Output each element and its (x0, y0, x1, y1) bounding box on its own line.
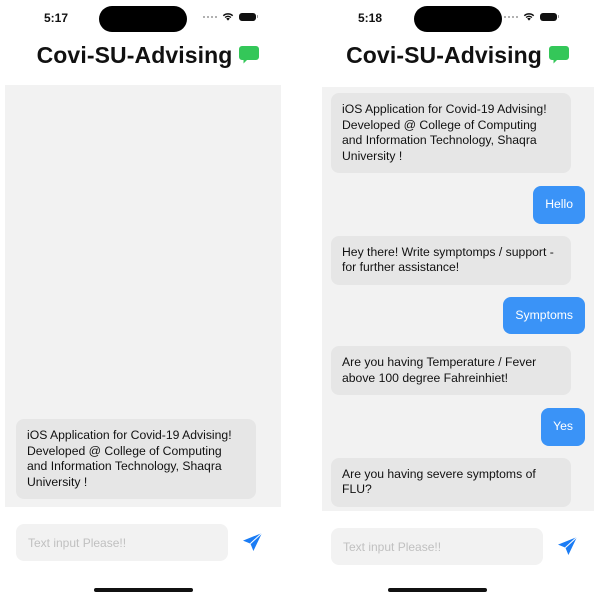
chat-message-row: Hello (331, 186, 585, 224)
bot-message-bubble: Are you having Temperature / Fever above… (331, 346, 571, 395)
message-composer (300, 528, 599, 565)
battery-icon (540, 12, 559, 21)
send-button[interactable] (240, 531, 264, 555)
chat-message-row: Symptoms (331, 296, 585, 334)
chat-messages-area[interactable]: iOS Application for Covid-19 Advising! D… (322, 87, 594, 511)
message-composer (0, 524, 300, 561)
paper-plane-icon (242, 532, 262, 551)
dynamic-island (414, 6, 502, 32)
chat-message-row: Are you having severe symptoms of FLU? (331, 457, 585, 507)
bot-message-bubble: Hey there! Write symptomps / support - f… (331, 235, 571, 285)
chat-message-row: iOS Application for Covid-19 Advising! D… (16, 419, 270, 499)
message-bubble-icon (548, 46, 569, 64)
app-header: Covi-SU-Advising (300, 38, 599, 72)
bot-message-bubble: iOS Application for Covid-19 Advising! D… (331, 93, 571, 173)
status-icons (203, 12, 258, 21)
chat-message-row: Yes (331, 408, 585, 446)
status-icons (504, 12, 559, 21)
chat-message-row: Hey there! Write symptomps / support - f… (331, 235, 585, 285)
phone-screen-conversation: 5:18 Covi-SU-Advising iOS Application fo… (300, 0, 599, 600)
cellular-signal-icon (504, 15, 518, 18)
user-message-bubble: Symptoms (503, 296, 585, 334)
bot-message-bubble: Are you having severe symptoms of FLU? (331, 457, 571, 507)
status-time: 5:18 (358, 11, 383, 25)
app-title: Covi-SU-Advising (346, 41, 542, 68)
wifi-icon (523, 13, 535, 21)
chat-message-row: iOS Application for Covid-19 Advising! D… (331, 93, 585, 173)
battery-icon (239, 12, 258, 21)
message-input[interactable] (16, 524, 228, 561)
dynamic-island (99, 6, 187, 32)
status-bar: 5:17 (0, 0, 300, 36)
cellular-signal-icon (203, 15, 217, 18)
phone-screen-initial: 5:17 Covi-SU-Advising iOS Application fo… (0, 0, 300, 600)
home-indicator[interactable] (388, 588, 487, 592)
user-message-bubble: Yes (541, 408, 585, 446)
message-bubble-icon (239, 46, 260, 64)
paper-plane-icon (557, 536, 577, 555)
wifi-icon (222, 13, 234, 21)
message-input[interactable] (331, 528, 543, 565)
chat-messages-area[interactable]: iOS Application for Covid-19 Advising! D… (5, 85, 281, 507)
bot-message-bubble: iOS Application for Covid-19 Advising! D… (16, 419, 256, 499)
chat-message-row: Are you having Temperature / Fever above… (331, 346, 585, 395)
app-title: Covi-SU-Advising (36, 41, 233, 68)
send-button[interactable] (555, 535, 579, 559)
home-indicator[interactable] (94, 588, 193, 592)
app-header: Covi-SU-Advising (0, 38, 300, 72)
status-bar: 5:18 (300, 0, 599, 36)
status-time: 5:17 (44, 11, 69, 25)
user-message-bubble: Hello (533, 186, 585, 224)
